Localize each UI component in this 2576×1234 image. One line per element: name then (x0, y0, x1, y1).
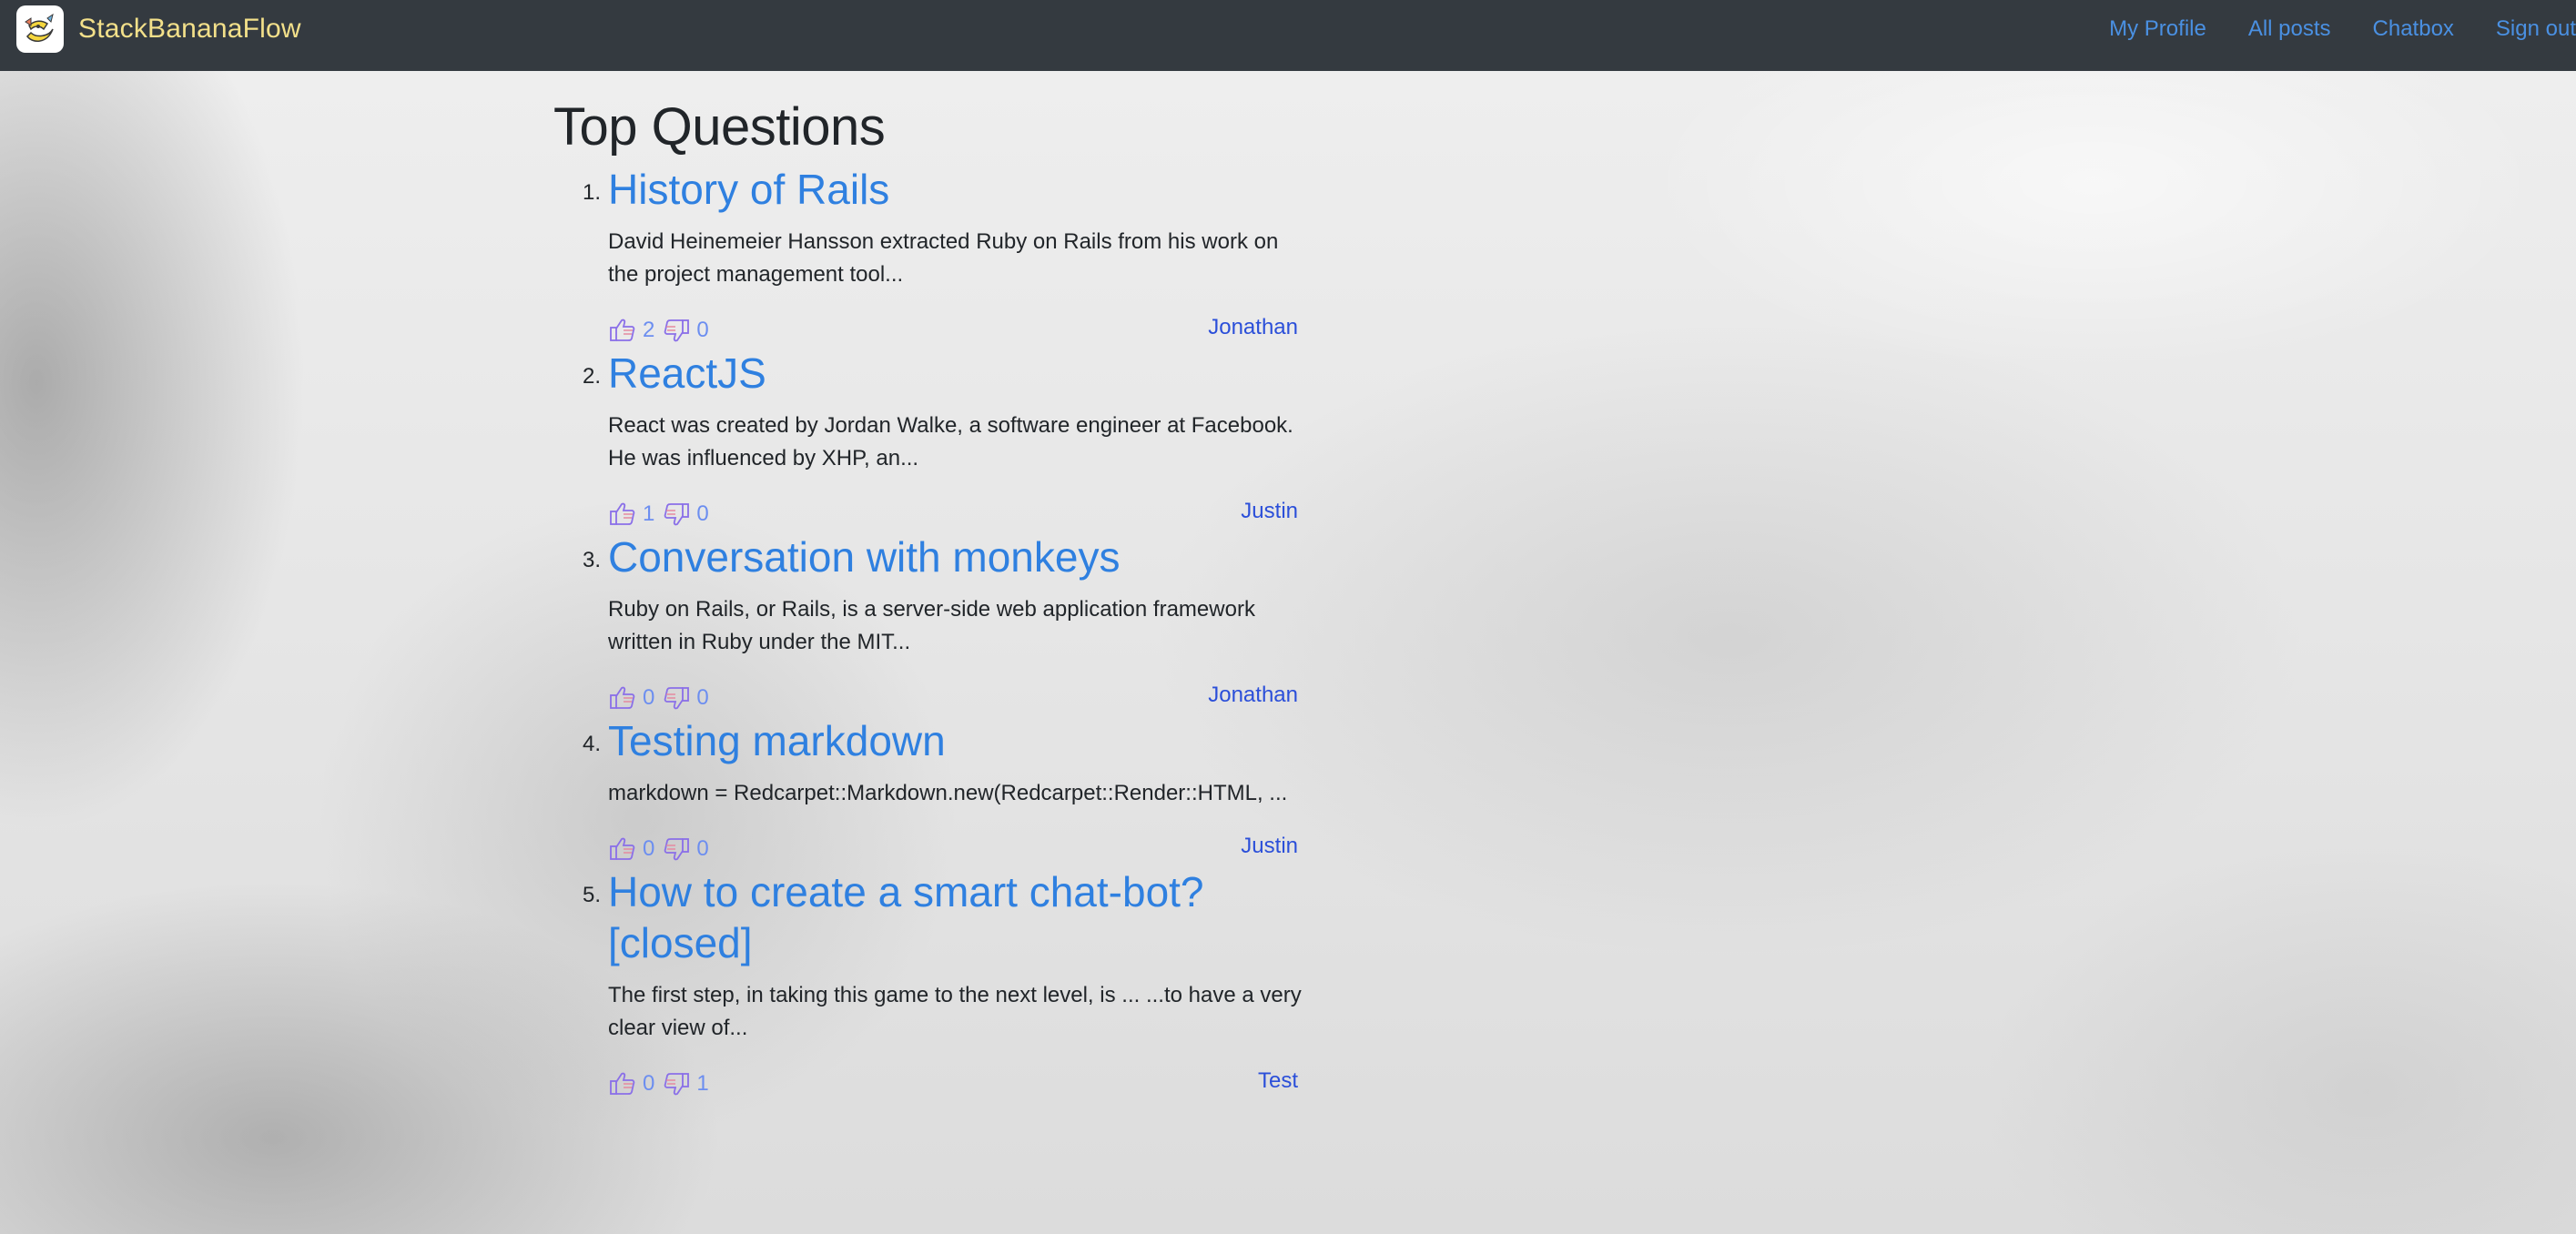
question-author-link[interactable]: Jonathan (1208, 683, 1298, 708)
question-title-link[interactable]: History of Rails (608, 164, 1300, 215)
question-list: 1. History of Rails David Heinemeier Han… (553, 164, 1302, 1101)
page-title: Top Questions (553, 97, 886, 157)
question-meta: 1 0 Justin (608, 497, 1298, 531)
question-title-link[interactable]: Testing markdown (608, 715, 1300, 766)
question-item: 3. Conversation with monkeys Ruby on Rai… (553, 531, 1300, 715)
top-navbar: StackBananaFlow My Profile All posts Cha… (0, 0, 2576, 71)
nav-link-sign-out[interactable]: Sign out (2496, 16, 2576, 42)
question-title-link[interactable]: How to create a smart chat-bot? [closed] (608, 866, 1300, 968)
main-content: Top Questions 1. History of Rails David … (553, 91, 1302, 1101)
thumbs-up-icon[interactable] (608, 500, 637, 529)
thumbs-down-icon[interactable] (662, 500, 691, 529)
question-author-link[interactable]: Justin (1241, 834, 1298, 859)
question-title-link[interactable]: ReactJS (608, 348, 1300, 399)
thumbs-up-icon[interactable] (608, 834, 637, 864)
question-number: 1. (583, 180, 602, 205)
brand-link[interactable]: StackBananaFlow (16, 5, 301, 53)
upvote-count: 0 (643, 685, 655, 710)
question-excerpt: The first step, in taking this game to t… (608, 983, 1302, 1040)
question-item: 2. ReactJS React was created by Jordan W… (553, 348, 1300, 531)
question-author-link[interactable]: Justin (1241, 499, 1298, 524)
nav-link-chatbox[interactable]: Chatbox (2373, 16, 2454, 42)
question-item: 1. History of Rails David Heinemeier Han… (553, 164, 1300, 348)
question-meta: 0 0 Justin (608, 832, 1298, 866)
nav-link-my-profile[interactable]: My Profile (2109, 16, 2206, 42)
downvote-count: 0 (696, 836, 709, 861)
question-author-link[interactable]: Jonathan (1208, 315, 1298, 340)
question-item: 4. Testing markdown markdown = Redcarpet… (553, 715, 1300, 866)
thumbs-down-icon[interactable] (662, 1069, 691, 1098)
question-number: 3. (583, 548, 602, 572)
question-meta: 2 0 Jonathan (608, 313, 1298, 348)
thumbs-down-icon[interactable] (662, 834, 691, 864)
question-number: 5. (583, 883, 602, 907)
upvote-count: 0 (643, 1071, 655, 1096)
question-item: 5. How to create a smart chat-bot? [clos… (553, 866, 1302, 1101)
thumbs-up-icon[interactable] (608, 683, 637, 713)
nav-links: My Profile All posts Chatbox Sign out (2109, 0, 2576, 58)
question-number: 2. (583, 364, 602, 389)
thumbs-down-icon[interactable] (662, 683, 691, 713)
question-number: 4. (583, 732, 602, 756)
question-excerpt: React was created by Jordan Walke, a sof… (608, 413, 1293, 470)
question-excerpt: Ruby on Rails, or Rails, is a server-sid… (608, 597, 1255, 654)
question-author-link[interactable]: Test (1258, 1068, 1298, 1094)
question-excerpt: markdown = Redcarpet::Markdown.new(Redca… (608, 781, 1288, 805)
nav-link-all-posts[interactable]: All posts (2248, 16, 2331, 42)
upvote-count: 0 (643, 836, 655, 861)
upvote-count: 2 (643, 318, 655, 342)
question-excerpt: David Heinemeier Hansson extracted Ruby … (608, 229, 1279, 287)
banana-mascot-icon (16, 5, 64, 53)
thumbs-down-icon[interactable] (662, 316, 691, 345)
downvote-count: 1 (696, 1071, 709, 1096)
thumbs-up-icon[interactable] (608, 1069, 637, 1098)
question-title-link[interactable]: Conversation with monkeys (608, 531, 1300, 582)
downvote-count: 0 (696, 685, 709, 710)
thumbs-up-icon[interactable] (608, 316, 637, 345)
upvote-count: 1 (643, 501, 655, 526)
downvote-count: 0 (696, 501, 709, 526)
brand-name: StackBananaFlow (78, 14, 301, 44)
downvote-count: 0 (696, 318, 709, 342)
question-meta: 0 0 Jonathan (608, 681, 1298, 715)
question-meta: 0 1 Test (608, 1067, 1298, 1101)
